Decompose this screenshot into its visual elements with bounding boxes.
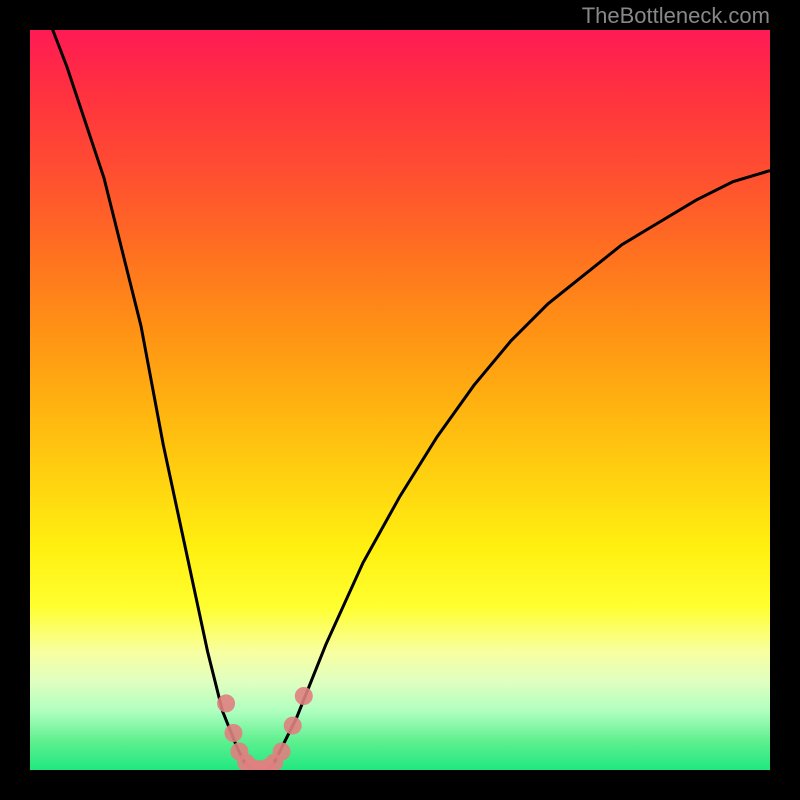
data-marker: [284, 717, 302, 735]
data-marker: [295, 687, 313, 705]
data-markers: [217, 687, 313, 770]
chart-container: TheBottleneck.com: [0, 0, 800, 800]
data-marker: [225, 724, 243, 742]
data-marker: [273, 743, 291, 761]
watermark-text: TheBottleneck.com: [582, 3, 770, 29]
plot-area: [30, 30, 770, 770]
curve-svg: [30, 30, 770, 770]
bottleneck-curve: [30, 30, 770, 770]
data-marker: [217, 694, 235, 712]
